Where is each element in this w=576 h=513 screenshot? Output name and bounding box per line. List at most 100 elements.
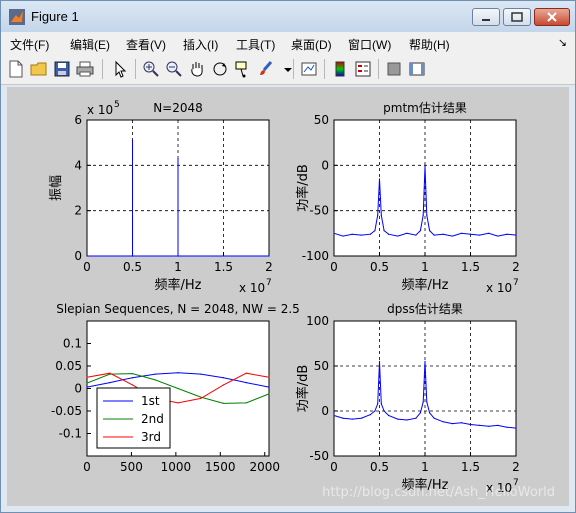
toolbar-separator: [135, 59, 136, 79]
window-title: Figure 1: [31, 9, 79, 24]
pan-hand-icon[interactable]: [188, 60, 206, 78]
data-point: [222, 402, 225, 404]
data-point: [479, 234, 481, 236]
y-tick-label: 4: [74, 158, 82, 172]
x-tick-label: 500: [120, 460, 143, 474]
legend-entry: 3rd: [141, 430, 161, 444]
data-point: [406, 419, 408, 421]
open-folder-icon[interactable]: [30, 60, 48, 78]
data-point: [342, 417, 344, 419]
menu-file[interactable]: 文件(F): [10, 36, 49, 53]
data-point: [428, 230, 431, 232]
show-plot-tools-icon[interactable]: [408, 60, 426, 78]
x-tick-label: 1: [421, 460, 429, 474]
watermark-text: http://blog.csdn.net/Ash_HelloWorld: [322, 485, 555, 500]
y-tick-label: -0.1: [59, 427, 82, 441]
print-icon[interactable]: [76, 60, 94, 78]
x-tick-label: 0: [83, 260, 91, 274]
minimize-icon: [482, 19, 490, 21]
data-point: [342, 235, 344, 237]
data-point: [424, 165, 426, 167]
rotate-3d-icon[interactable]: [211, 60, 229, 78]
y-tick-label: 0: [321, 158, 329, 172]
data-point: [442, 421, 444, 423]
chart-title: dpss估计结果: [387, 302, 463, 316]
data-point: [86, 382, 88, 384]
data-point: [424, 360, 426, 363]
y-tick-label: 100: [306, 314, 329, 328]
data-point: [369, 233, 371, 235]
data-point: [442, 233, 444, 235]
menu-desktop[interactable]: 桌面(D): [291, 36, 332, 53]
minimize-button[interactable]: [472, 8, 500, 26]
x-tick-label: 0: [83, 460, 91, 474]
data-point: [109, 382, 111, 384]
brush-dropdown-icon[interactable]: [279, 60, 297, 78]
data-point: [268, 376, 270, 378]
data-point: [131, 373, 134, 375]
menu-help[interactable]: 帮助(H): [409, 36, 450, 53]
data-point: [383, 410, 385, 412]
y-exponent-label: x 10: [87, 103, 113, 117]
x-tick-label: 1: [174, 260, 182, 274]
menu-edit[interactable]: 编辑(E): [70, 36, 110, 53]
data-point: [377, 214, 379, 216]
menu-tools[interactable]: 工具(T): [236, 36, 275, 53]
title-bar[interactable]: Figure 1: [1, 1, 575, 32]
data-point: [426, 214, 428, 216]
y-tick-label: -0.05: [51, 404, 82, 418]
data-point: [351, 418, 353, 420]
x-tick-label: 2000: [249, 460, 280, 474]
maximize-button[interactable]: [503, 8, 531, 26]
y-exponent-power: 5: [114, 100, 120, 110]
x-tick-label: 1000: [161, 460, 192, 474]
figure-window: Figure 1 文件(F) 编辑(E) 查看(V) 插入(I) 工具(T) 桌…: [0, 0, 576, 513]
data-point: [222, 384, 225, 386]
data-point: [86, 255, 88, 257]
x-exponent-power: 7: [266, 278, 272, 288]
y-tick-label: 0: [74, 249, 82, 263]
data-point: [406, 232, 408, 234]
y-tick-label: 0.05: [55, 359, 82, 373]
x-exponent-label: x 10: [486, 281, 512, 295]
data-point: [388, 414, 390, 417]
y-tick-label: 2: [74, 204, 82, 218]
axes-2: 0 0.5 1 1.5 2 -100 -50 0 50 pmtm估计结果频率/Hz 功率/dB x 1…: [295, 101, 520, 295]
data-point: [497, 424, 499, 426]
figure-canvas: 0 0.5 1 1.5 2 0 2 4 6 N=2048 频率/Hz 振幅 x 10 7 x 10 5 0 0.5…: [7, 87, 569, 506]
legend-icon[interactable]: [354, 60, 372, 78]
toolbar-separator: [378, 59, 379, 79]
menu-view[interactable]: 查看(V): [126, 36, 166, 53]
zoom-out-icon[interactable]: [165, 60, 183, 78]
close-button[interactable]: [534, 8, 570, 26]
menu-insert[interactable]: 插入(I): [183, 36, 218, 53]
colorbar-icon[interactable]: [331, 60, 349, 78]
hide-plot-tools-icon[interactable]: [385, 60, 403, 78]
data-point: [351, 233, 353, 235]
menu-window[interactable]: 窗口(W): [348, 36, 391, 53]
data-point: [397, 235, 399, 237]
y-tick-label: -50: [309, 449, 329, 463]
data-point: [388, 233, 390, 235]
zoom-in-icon[interactable]: [142, 60, 160, 78]
data-point: [109, 372, 111, 374]
save-icon[interactable]: [53, 60, 71, 78]
pointer-icon[interactable]: [111, 60, 129, 78]
y-axis-label: 功率/dB: [295, 365, 311, 413]
x-tick-label: 1.5: [461, 260, 480, 274]
data-point: [369, 414, 371, 416]
menu-bar: 文件(F) 编辑(E) 查看(V) 插入(I) 工具(T) 桌面(D) 窗口(W…: [1, 32, 575, 54]
data-point: [222, 377, 225, 379]
menu-dock-arrow[interactable]: ↘: [558, 36, 567, 49]
chart-title: N=2048: [153, 101, 203, 115]
x-axis-label: 频率/Hz: [402, 277, 449, 293]
data-point: [451, 423, 453, 425]
figure-plots: 0 0.5 1 1.5 20246N=2048频率/Hz振幅x 10 7x 10 50 0.5…: [49, 100, 555, 500]
data-cursor-icon[interactable]: [234, 60, 252, 78]
brush-icon[interactable]: [257, 60, 275, 78]
toolbar-separator: [102, 59, 103, 79]
link-plot-icon[interactable]: [300, 60, 318, 78]
data-point: [506, 426, 508, 428]
new-file-icon[interactable]: [7, 60, 25, 78]
data-point: [433, 234, 435, 236]
